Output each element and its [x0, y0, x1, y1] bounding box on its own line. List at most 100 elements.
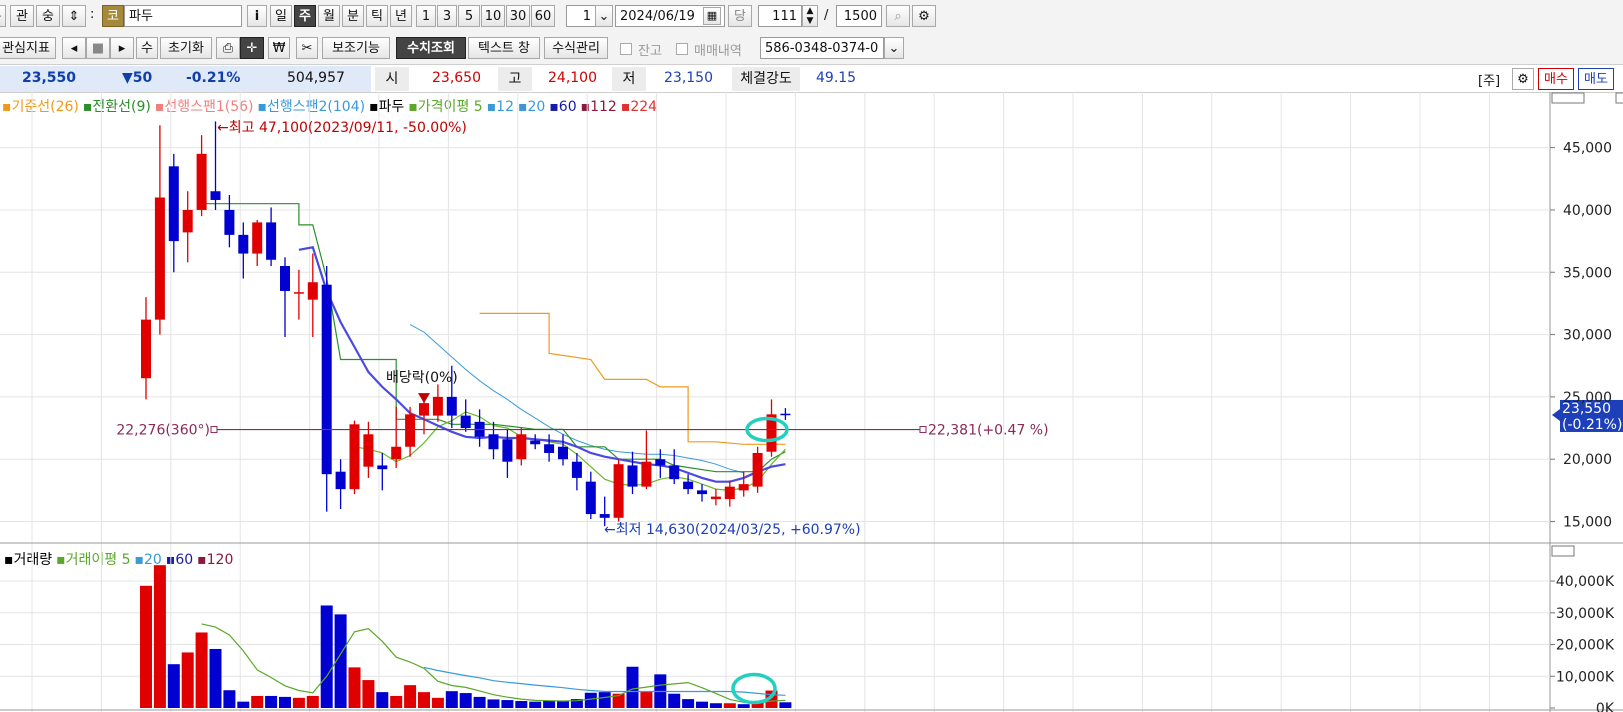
price-tick-label: 45,000 [1563, 141, 1612, 157]
print-icon[interactable]: ⎙ [216, 37, 240, 59]
period-tab-0[interactable]: 일 [270, 5, 292, 27]
watchlist-button[interactable]: 관 [10, 5, 34, 27]
buy-button[interactable]: 매수 [1538, 68, 1574, 90]
volume-bar [557, 700, 569, 708]
scroll-right-icon[interactable]: ▸ [110, 37, 134, 59]
balance-label: 잔고 [638, 44, 662, 59]
text-window-button[interactable]: 텍스트 창 [468, 37, 540, 59]
market-bracket-label: [주] [1478, 74, 1501, 89]
candle-body [307, 282, 318, 300]
high-label: 고 [498, 67, 532, 91]
trade-history-checkbox[interactable] [676, 43, 688, 55]
candle-body [349, 424, 360, 490]
crosshair-icon[interactable]: ✛ [240, 37, 264, 59]
volume-bar [529, 701, 542, 708]
related-button[interactable]: 숭 [36, 5, 60, 27]
candle-body [738, 484, 749, 491]
volume-bar [473, 696, 486, 708]
volume-bar [209, 648, 222, 708]
period-tab-3[interactable]: 분 [342, 5, 364, 27]
aux-function-button[interactable]: 보조기능 [322, 37, 390, 59]
volume-bar [237, 701, 250, 708]
max-count-input[interactable]: 1500 [836, 5, 882, 27]
updown-spinner[interactable]: ⇕ [62, 5, 86, 27]
trend-left-label: 22,276(360°) [116, 423, 210, 439]
nav-prev-edge-button[interactable]: › [0, 5, 6, 27]
candle-body [641, 461, 652, 487]
candle-body [432, 396, 443, 416]
chevron-down-icon[interactable]: ⌄ [884, 37, 904, 59]
info-button[interactable]: i [247, 5, 267, 27]
volume-bar [418, 692, 430, 708]
candle-body [252, 222, 263, 254]
interval-tab-2[interactable]: 5 [458, 5, 480, 27]
balance-checkbox[interactable] [620, 43, 632, 55]
volume-bar [543, 700, 556, 708]
candle-body [182, 209, 193, 233]
candle-body [321, 284, 332, 475]
interval-tab-5[interactable]: 60 [531, 5, 555, 27]
axis-scale-box [1551, 92, 1585, 104]
candle-body [196, 153, 207, 210]
scroll-left-icon[interactable]: ◂ [62, 37, 86, 59]
calendar-icon[interactable]: ▦ [703, 7, 721, 25]
formula-manage-button[interactable]: 수식관리 [544, 37, 608, 59]
interest-indicator-button[interactable]: 관심지표 [0, 37, 56, 59]
sell-button[interactable]: 매도 [1578, 68, 1614, 90]
volume-tick-label: 10,000K [1556, 669, 1615, 685]
volume-bar [723, 703, 736, 708]
volume-tick-label: 30,000K [1556, 606, 1615, 622]
volume-bar [668, 693, 681, 708]
market-code-badge[interactable]: 코 [102, 5, 124, 27]
stock-search-input[interactable]: 파두 [124, 5, 242, 27]
volume-bar [153, 565, 166, 708]
count-stepper[interactable]: ▲ ▼ [802, 5, 818, 27]
interval-tab-3[interactable]: 10 [481, 5, 505, 27]
gear-icon[interactable]: ⚙ [912, 5, 936, 27]
value-query-button[interactable]: 수치조회 [396, 37, 466, 59]
chevron-down-icon[interactable]: ⌄ [595, 5, 613, 27]
candle-body [154, 197, 165, 320]
candle-body [460, 415, 471, 429]
candle-body [168, 166, 179, 242]
candle-body [683, 481, 694, 490]
candle-body [613, 464, 624, 518]
scissors-icon[interactable]: ✂ [296, 37, 318, 59]
candle-body [224, 209, 235, 235]
volume-bar [459, 693, 472, 708]
current-price: 23,550 [22, 70, 77, 86]
trend-line-right-handle [919, 426, 927, 434]
interval-tab-4[interactable]: 30 [506, 5, 530, 27]
period-tab-5[interactable]: 년 [390, 5, 412, 27]
current-price-tag-pct: (-0.21%) [1562, 417, 1622, 433]
today-button[interactable]: 당 [728, 5, 752, 27]
volume-bar [445, 691, 458, 708]
volume-bar [779, 702, 792, 708]
interval-tab-1[interactable]: 3 [437, 5, 457, 27]
display-count-input[interactable]: 111 [758, 5, 802, 27]
candle-body [627, 465, 638, 487]
base-line [479, 312, 786, 445]
count-slash: / [824, 8, 829, 23]
pattern-icon[interactable]: ₩ [268, 37, 290, 59]
period-tab-1[interactable]: 주 [294, 5, 316, 27]
zoom-search-icon[interactable]: ⌕ [886, 5, 910, 27]
volume-layer [140, 565, 792, 708]
interval-count-select[interactable]: 1 [566, 5, 596, 27]
period-tab-4[interactable]: 틱 [366, 5, 388, 27]
dividend-annotation: 배당락(0%) [386, 370, 458, 386]
candle-body [558, 446, 568, 460]
strength-label: 체결강도 [732, 67, 800, 91]
gear-icon[interactable]: ⚙ [1512, 68, 1534, 90]
stop-icon[interactable]: ■ [86, 37, 110, 59]
strength-value: 49.15 [816, 70, 857, 86]
chart-area[interactable]: 22,276(360°) 22,381(+0.47 %) ←최고 47,100(20… [0, 92, 1623, 712]
interval-tab-0[interactable]: 1 [416, 5, 436, 27]
number-button[interactable]: 수 [136, 37, 158, 59]
period-tab-2[interactable]: 월 [318, 5, 340, 27]
volume-bar [487, 699, 500, 708]
price-tick-label: 25,000 [1563, 390, 1612, 406]
account-select[interactable]: 586-0348-0374-0 [760, 37, 884, 59]
reset-button[interactable]: 초기화 [160, 37, 212, 59]
volume-bar [292, 697, 305, 708]
